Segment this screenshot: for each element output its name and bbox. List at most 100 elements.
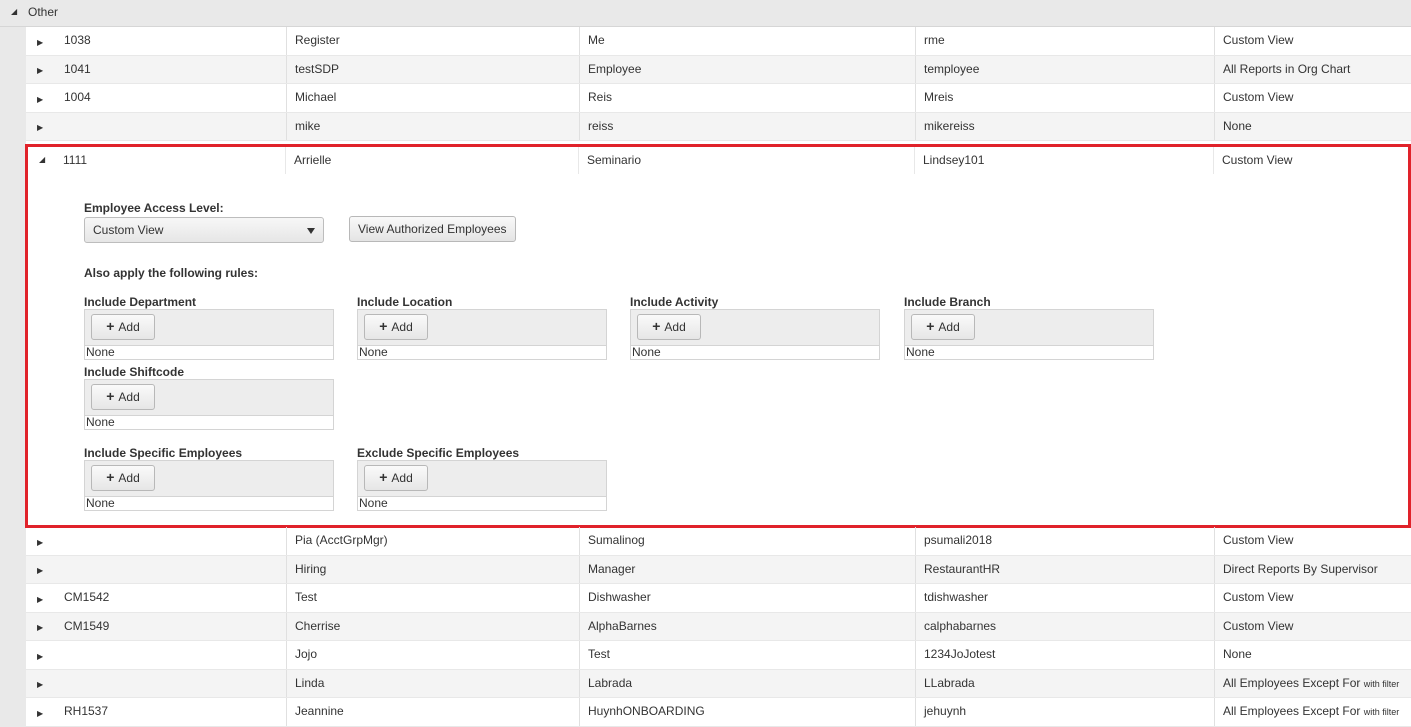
add-button-label: Add [938,320,960,334]
rule-toolbar: + Add [357,309,607,345]
cell-last-name: reiss [579,113,915,140]
cell-access-view: Custom View [1214,27,1411,55]
cell-id [56,527,286,555]
add-rule-button[interactable]: + Add [91,384,155,410]
cell-id: 1041 [64,62,91,76]
expanded-row-detail-panel: ◢ 1111 Arrielle Seminario Lindsey101 Cus… [25,144,1411,528]
table-row[interactable]: ▶ 1041 testSDP Employee temployee All Reports… [26,56,1411,84]
table-row[interactable]: ▶ RH1537 Jeannine HuynhONBOARDING jehuynh All… [26,698,1411,727]
group-collapse-icon[interactable]: ◢ [11,7,21,17]
cell-username: mikereiss [915,113,1214,140]
cell-access-view: Custom View [1213,147,1408,174]
expanded-row[interactable]: ◢ 1111 Arrielle Seminario Lindsey101 Cus… [28,147,1408,174]
row-expand-icon[interactable]: ▶ [37,595,47,605]
cell-first-name: Linda [286,670,579,697]
table-row[interactable]: ▶ 1038 Register Me rme Custom View [26,27,1411,56]
plus-icon: + [379,469,388,485]
table-row[interactable]: ▶ Hiring Manager RestaurantHR Direct Reports… [26,556,1411,584]
table-row[interactable]: ▶ Pia (AcctGrpMgr) Sumalinog psumali2018 Cus… [26,527,1411,556]
rule-value: None [84,496,334,511]
cell-id [56,670,286,697]
cell-id: 1004 [64,90,91,104]
cell-username: Mreis [915,84,1214,112]
cell-id: 1111 [63,153,88,167]
cell-last-name: Reis [579,84,915,112]
cell-last-name: Labrada [579,670,915,697]
access-view-text: Custom View [1223,90,1294,104]
cell-last-name: Sumalinog [579,527,915,555]
cell-username: tdishwasher [915,584,1214,612]
cell-id: CM1542 [64,590,110,604]
cell-last-name: Employee [579,56,915,83]
row-expand-icon[interactable]: ▶ [37,66,47,76]
dropdown-caret-icon [307,228,315,234]
access-view-text: None [1223,119,1252,133]
row-expand-icon[interactable]: ▶ [37,538,47,548]
access-view-text: Custom View [1223,590,1294,604]
rule-title: Include Branch [904,295,991,309]
row-expand-icon[interactable]: ▶ [37,566,47,576]
table-row[interactable]: ▶ CM1542 Test Dishwasher tdishwasher Custom V… [26,584,1411,613]
cell-access-view: Custom View [1214,527,1411,555]
cell-access-view: Direct Reports By Supervisor [1214,556,1411,583]
row-expand-icon[interactable]: ▶ [37,95,47,105]
cell-id [56,641,286,669]
access-view-text: None [1223,647,1252,661]
left-gutter [0,27,26,727]
cell-last-name: Dishwasher [579,584,915,612]
row-expand-icon[interactable]: ▶ [37,709,47,719]
rule-title: Include Shiftcode [84,365,185,379]
access-level-select[interactable]: Custom View [84,217,324,243]
cell-first-name: Pia (AcctGrpMgr) [286,527,579,555]
cell-id [56,556,286,583]
cell-username: jehuynh [915,698,1214,726]
table-row[interactable]: ▶ Jojo Test 1234JoJotest None [26,641,1411,670]
cell-first-name: Michael [286,84,579,112]
row-collapse-icon[interactable]: ◢ [39,155,49,165]
rule-title: Include Department [84,295,197,309]
rule-title: Exclude Specific Employees [357,446,520,460]
rule-title: Include Specific Employees [84,446,243,460]
access-view-text: Custom View [1223,33,1294,47]
table-row[interactable]: ▶ CM1549 Cherrise AlphaBarnes calphabarnes Cu… [26,613,1411,641]
cell-username: LLabrada [915,670,1214,697]
plus-icon: + [379,318,388,334]
row-expand-icon[interactable]: ▶ [37,680,47,690]
rule-title: Include Location [357,295,453,309]
add-rule-button[interactable]: + Add [637,314,701,340]
cell-access-view: Custom View [1214,84,1411,112]
access-level-label: Employee Access Level: [84,201,224,215]
cell-access-view: All Employees Except For with filter [1214,670,1411,697]
table-row[interactable]: ▶ 1004 Michael Reis Mreis Custom View [26,84,1411,113]
access-view-text: Custom View [1223,533,1294,547]
add-rule-button[interactable]: + Add [364,314,428,340]
table-row[interactable]: ▶ Linda Labrada LLabrada All Employees Excep… [26,670,1411,698]
add-rule-button[interactable]: + Add [911,314,975,340]
access-view-text: All Reports in Org Chart [1223,62,1351,76]
row-expand-icon[interactable]: ▶ [37,623,47,633]
rule-section: Exclude Specific Employees + Add None [357,446,607,511]
row-expand-icon[interactable]: ▶ [37,123,47,133]
add-rule-button[interactable]: + Add [364,465,428,491]
rule-value: None [904,345,1154,360]
rule-section: Include Activity + Add None [630,295,880,360]
rule-section: Include Branch + Add None [904,295,1154,360]
cell-username: rme [915,27,1214,55]
rule-toolbar: + Add [84,460,334,496]
group-header-other[interactable]: ◢ Other [0,0,1411,27]
row-expand-icon[interactable]: ▶ [37,38,47,48]
access-view-text: All Employees Except For [1223,676,1361,690]
cell-first-name: testSDP [286,56,579,83]
add-rule-button[interactable]: + Add [91,314,155,340]
row-expand-icon[interactable]: ▶ [37,652,47,662]
cell-username: temployee [915,56,1214,83]
plus-icon: + [926,318,935,334]
cell-last-name: Me [579,27,915,55]
rule-value: None [84,345,334,360]
add-button-label: Add [391,320,413,334]
view-authorized-employees-button[interactable]: View Authorized Employees [349,216,516,242]
table-row[interactable]: ▶ mike reiss mikereiss None [26,113,1411,141]
rule-value: None [357,496,607,511]
cell-access-view: None [1214,113,1411,140]
add-rule-button[interactable]: + Add [91,465,155,491]
